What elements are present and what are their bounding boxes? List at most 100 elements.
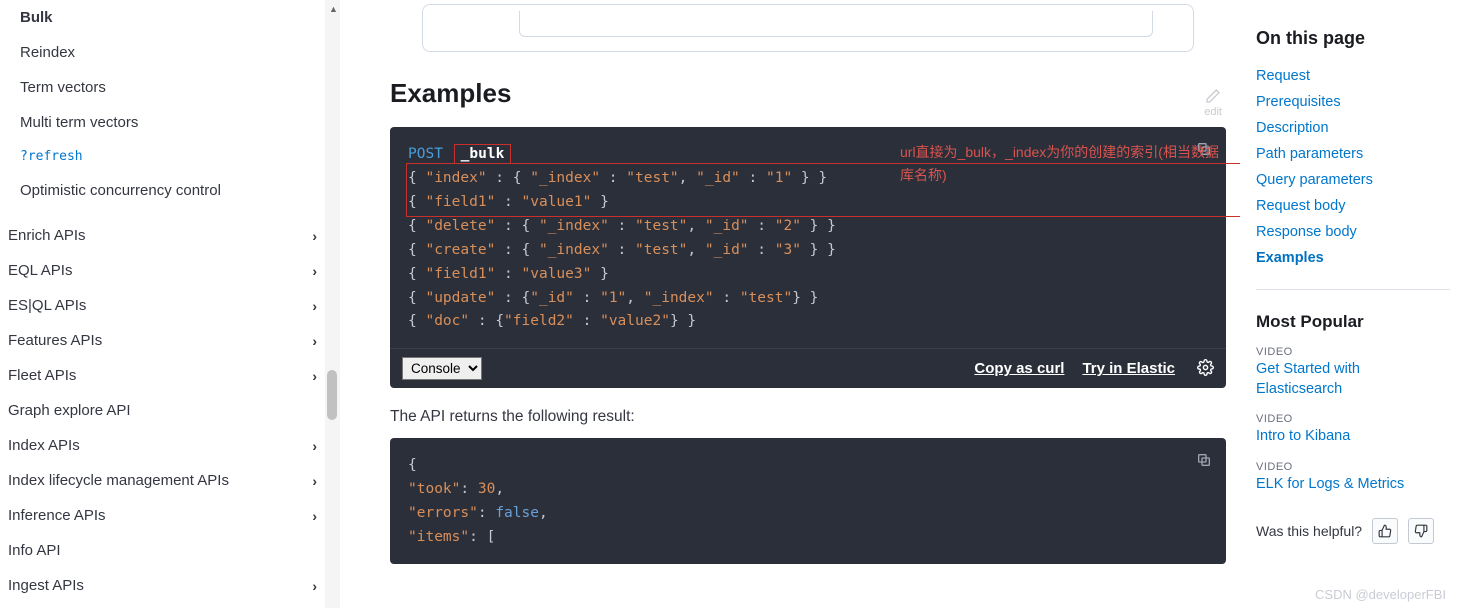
edit-link[interactable]: edit — [1204, 88, 1222, 118]
sidebar-group-features-apis[interactable]: Features APIs › — [8, 323, 317, 358]
sidebar-item-optimistic-concurrency-control[interactable]: Optimistic concurrency control — [8, 173, 317, 208]
sidebar-item-label: Graph explore API — [8, 402, 131, 419]
chevron-right-icon: › — [312, 333, 317, 349]
sidebar-group-graph-explore-api[interactable]: Graph explore API — [8, 393, 317, 428]
sidebar-item-bulk[interactable]: Bulk — [8, 0, 317, 35]
sidebar-item-multi-term-vectors[interactable]: Multi term vectors — [8, 105, 317, 140]
code-line: { — [408, 454, 1208, 478]
sidebar-group-index-lifecycle-management-apis[interactable]: Index lifecycle management APIs › — [8, 463, 317, 498]
chevron-right-icon: › — [312, 263, 317, 279]
chevron-right-icon: › — [312, 298, 317, 314]
toc-link-request[interactable]: Request — [1256, 63, 1450, 89]
annotation-text: url直接为_bulk，_index为你的创建的索引(相当数据库名称) — [900, 141, 1226, 187]
sidebar-item--refresh[interactable]: ?refresh — [8, 140, 317, 173]
sidebar-item-label: Ingest APIs — [8, 577, 84, 594]
code-line: { "doc" : {"field2" : "value2"} } — [408, 310, 1208, 334]
section-heading-examples: Examples — [390, 78, 1226, 109]
popular-item: VIDEO Get Started with Elasticsearch — [1256, 346, 1450, 399]
sidebar-item-label: Enrich APIs — [8, 227, 86, 244]
toc-link-path-parameters[interactable]: Path parameters — [1256, 141, 1450, 167]
feedback-text: Was this helpful? — [1256, 523, 1362, 539]
popular-link[interactable]: ELK for Logs & Metrics — [1256, 475, 1450, 495]
chevron-right-icon: › — [312, 368, 317, 384]
code-block-request: url直接为_bulk，_index为你的创建的索引(相当数据库名称) POST… — [390, 127, 1226, 348]
gear-icon[interactable] — [1197, 359, 1214, 379]
toc-link-response-body[interactable]: Response body — [1256, 219, 1450, 245]
popular-link[interactable]: Get Started with Elasticsearch — [1256, 360, 1450, 399]
scroll-up-icon: ▲ — [329, 4, 338, 14]
between-text: The API returns the following result: — [390, 408, 1226, 426]
toc-link-description[interactable]: Description — [1256, 115, 1450, 141]
sidebar-item-label: Multi term vectors — [20, 114, 138, 131]
sidebar-item-term-vectors[interactable]: Term vectors — [8, 70, 317, 105]
sidebar-item-label: Term vectors — [20, 79, 106, 96]
code-line: "items": [ — [408, 526, 1208, 550]
toc-link-prerequisites[interactable]: Prerequisites — [1256, 89, 1450, 115]
sidebar-group-es-ql-apis[interactable]: ES|QL APIs › — [8, 288, 317, 323]
sidebar-group-info-api[interactable]: Info API — [8, 533, 317, 568]
feedback-row: Was this helpful? — [1256, 518, 1450, 544]
sidebar-item-label: Fleet APIs — [8, 367, 76, 384]
code-line: { "field1" : "value1" } — [408, 191, 1208, 215]
scroll-thumb[interactable] — [327, 370, 337, 420]
sidebar-item-label: Bulk — [20, 9, 53, 26]
copy-icon[interactable] — [1196, 452, 1212, 477]
main-content: edit Examples url直接为_bulk，_index为你的创建的索引… — [340, 0, 1240, 608]
sidebar-group-ingest-apis[interactable]: Ingest APIs › — [8, 568, 317, 603]
popular-item: VIDEO ELK for Logs & Metrics — [1256, 461, 1450, 495]
console-select[interactable]: Console — [402, 357, 482, 380]
popular-kind: VIDEO — [1256, 346, 1450, 358]
code-line: { "update" : {"_id" : "1", "_index" : "t… — [408, 287, 1208, 311]
sidebar: Bulk Reindex Term vectors Multi term vector… — [0, 0, 340, 608]
chevron-right-icon: › — [312, 508, 317, 524]
sidebar-group-inference-apis[interactable]: Inference APIs › — [8, 498, 317, 533]
code-line: { "create" : { "_index" : "test", "_id" … — [408, 239, 1208, 263]
side-nav: Bulk Reindex Term vectors Multi term vector… — [0, 0, 325, 608]
chevron-right-icon: › — [312, 228, 317, 244]
code-toolbar: Console Copy as curl Try in Elastic — [390, 348, 1226, 388]
sidebar-scrollbar[interactable]: ▲ — [325, 0, 340, 608]
chevron-right-icon: › — [312, 438, 317, 454]
sidebar-item-label: Index lifecycle management APIs — [8, 472, 229, 489]
chevron-right-icon: › — [312, 473, 317, 489]
toc-link-examples[interactable]: Examples — [1256, 245, 1450, 271]
sidebar-item-label: EQL APIs — [8, 262, 72, 279]
code-line: "took": 30, — [408, 478, 1208, 502]
thumbs-up-button[interactable] — [1372, 518, 1398, 544]
sidebar-item-label: Info API — [8, 542, 61, 559]
divider — [1256, 289, 1450, 290]
try-in-elastic-link[interactable]: Try in Elastic — [1082, 360, 1175, 377]
sidebar-group-enrich-apis[interactable]: Enrich APIs › — [8, 218, 317, 253]
watermark: CSDN @developerFBI — [1315, 587, 1446, 602]
http-method: POST — [408, 146, 443, 162]
code-line: "errors": false, — [408, 502, 1208, 526]
sidebar-item-label: Features APIs — [8, 332, 102, 349]
sidebar-item-label: Index APIs — [8, 437, 80, 454]
toc-heading: On this page — [1256, 28, 1450, 49]
sidebar-group-index-apis[interactable]: Index APIs › — [8, 428, 317, 463]
sidebar-item-reindex[interactable]: Reindex — [8, 35, 317, 70]
code-line: { "field1" : "value3" } — [408, 263, 1208, 287]
popular-link[interactable]: Intro to Kibana — [1256, 427, 1450, 447]
thumbs-down-button[interactable] — [1408, 518, 1434, 544]
code-line: { "delete" : { "_index" : "test", "_id" … — [408, 215, 1208, 239]
prev-card-stub — [422, 4, 1194, 52]
sidebar-item-label: Inference APIs — [8, 507, 106, 524]
toc-link-query-parameters[interactable]: Query parameters — [1256, 167, 1450, 193]
sidebar-item-label: Optimistic concurrency control — [20, 182, 221, 199]
popular-kind: VIDEO — [1256, 461, 1450, 473]
code-block-response: { "took": 30, "errors": false, "items": … — [390, 438, 1226, 564]
popular-item: VIDEO Intro to Kibana — [1256, 413, 1450, 447]
sidebar-item-label: ?refresh — [20, 149, 83, 164]
toc-link-request-body[interactable]: Request body — [1256, 193, 1450, 219]
sidebar-item-label: ES|QL APIs — [8, 297, 86, 314]
sidebar-item-label: Reindex — [20, 44, 75, 61]
copy-as-curl-link[interactable]: Copy as curl — [974, 360, 1064, 377]
sidebar-group-fleet-apis[interactable]: Fleet APIs › — [8, 358, 317, 393]
right-rail: On this page RequestPrerequisitesDescrip… — [1240, 0, 1460, 608]
most-popular-heading: Most Popular — [1256, 312, 1450, 332]
chevron-right-icon: › — [312, 578, 317, 594]
sidebar-group-licensing-apis[interactable]: Licensing APIs› — [8, 603, 317, 608]
sidebar-group-eql-apis[interactable]: EQL APIs › — [8, 253, 317, 288]
popular-kind: VIDEO — [1256, 413, 1450, 425]
